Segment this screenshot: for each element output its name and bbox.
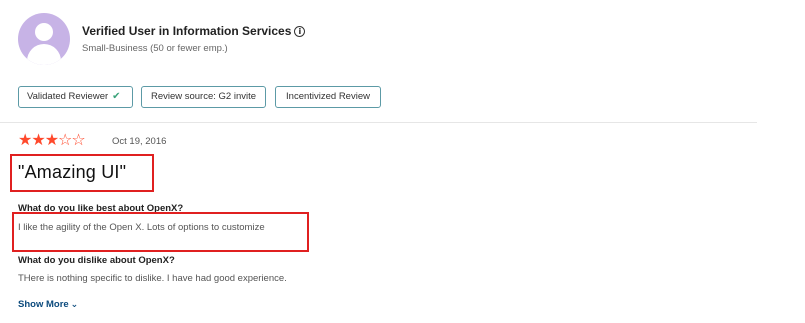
divider	[0, 122, 757, 123]
star-filled-icon: ★	[18, 130, 33, 149]
answer-like: I like the agility of the Open X. Lots o…	[18, 222, 265, 233]
review-date: Oct 19, 2016	[112, 136, 167, 147]
avatar	[18, 13, 70, 65]
badge-label: Validated Reviewer	[27, 91, 109, 102]
question-dislike: What do you dislike about OpenX?	[18, 255, 175, 266]
star-empty-icon: ☆	[58, 130, 73, 149]
star-rating: ★★★☆☆	[18, 130, 86, 149]
incentivized-review-badge[interactable]: Incentivized Review	[275, 86, 381, 108]
review-source-badge[interactable]: Review source: G2 invite	[141, 86, 266, 108]
show-more-label: Show More	[18, 299, 69, 310]
chevron-down-icon: ⌄	[70, 300, 79, 310]
review-title: "Amazing UI"	[18, 162, 127, 182]
badge-label: Review source: G2 invite	[150, 91, 257, 102]
check-icon: ✔	[112, 91, 121, 102]
answer-dislike: THere is nothing specific to dislike. I …	[18, 273, 287, 284]
star-filled-icon: ★	[31, 130, 46, 149]
reviewer-name-row: Verified User in Information Services i	[82, 24, 306, 38]
avatar-head	[35, 23, 53, 41]
avatar-body	[27, 44, 61, 65]
validated-reviewer-badge[interactable]: Validated Reviewer ✔	[18, 86, 133, 108]
star-filled-icon: ★	[44, 130, 60, 149]
reviewer-segment: Small-Business (50 or fewer emp.)	[82, 43, 228, 54]
star-empty-icon: ☆	[71, 130, 86, 149]
reviewer-name: Verified User in Information Services	[82, 24, 292, 38]
show-more-link[interactable]: Show More ⌄	[18, 299, 78, 310]
badge-label: Incentivized Review	[286, 91, 370, 102]
info-icon[interactable]: i	[294, 26, 306, 37]
